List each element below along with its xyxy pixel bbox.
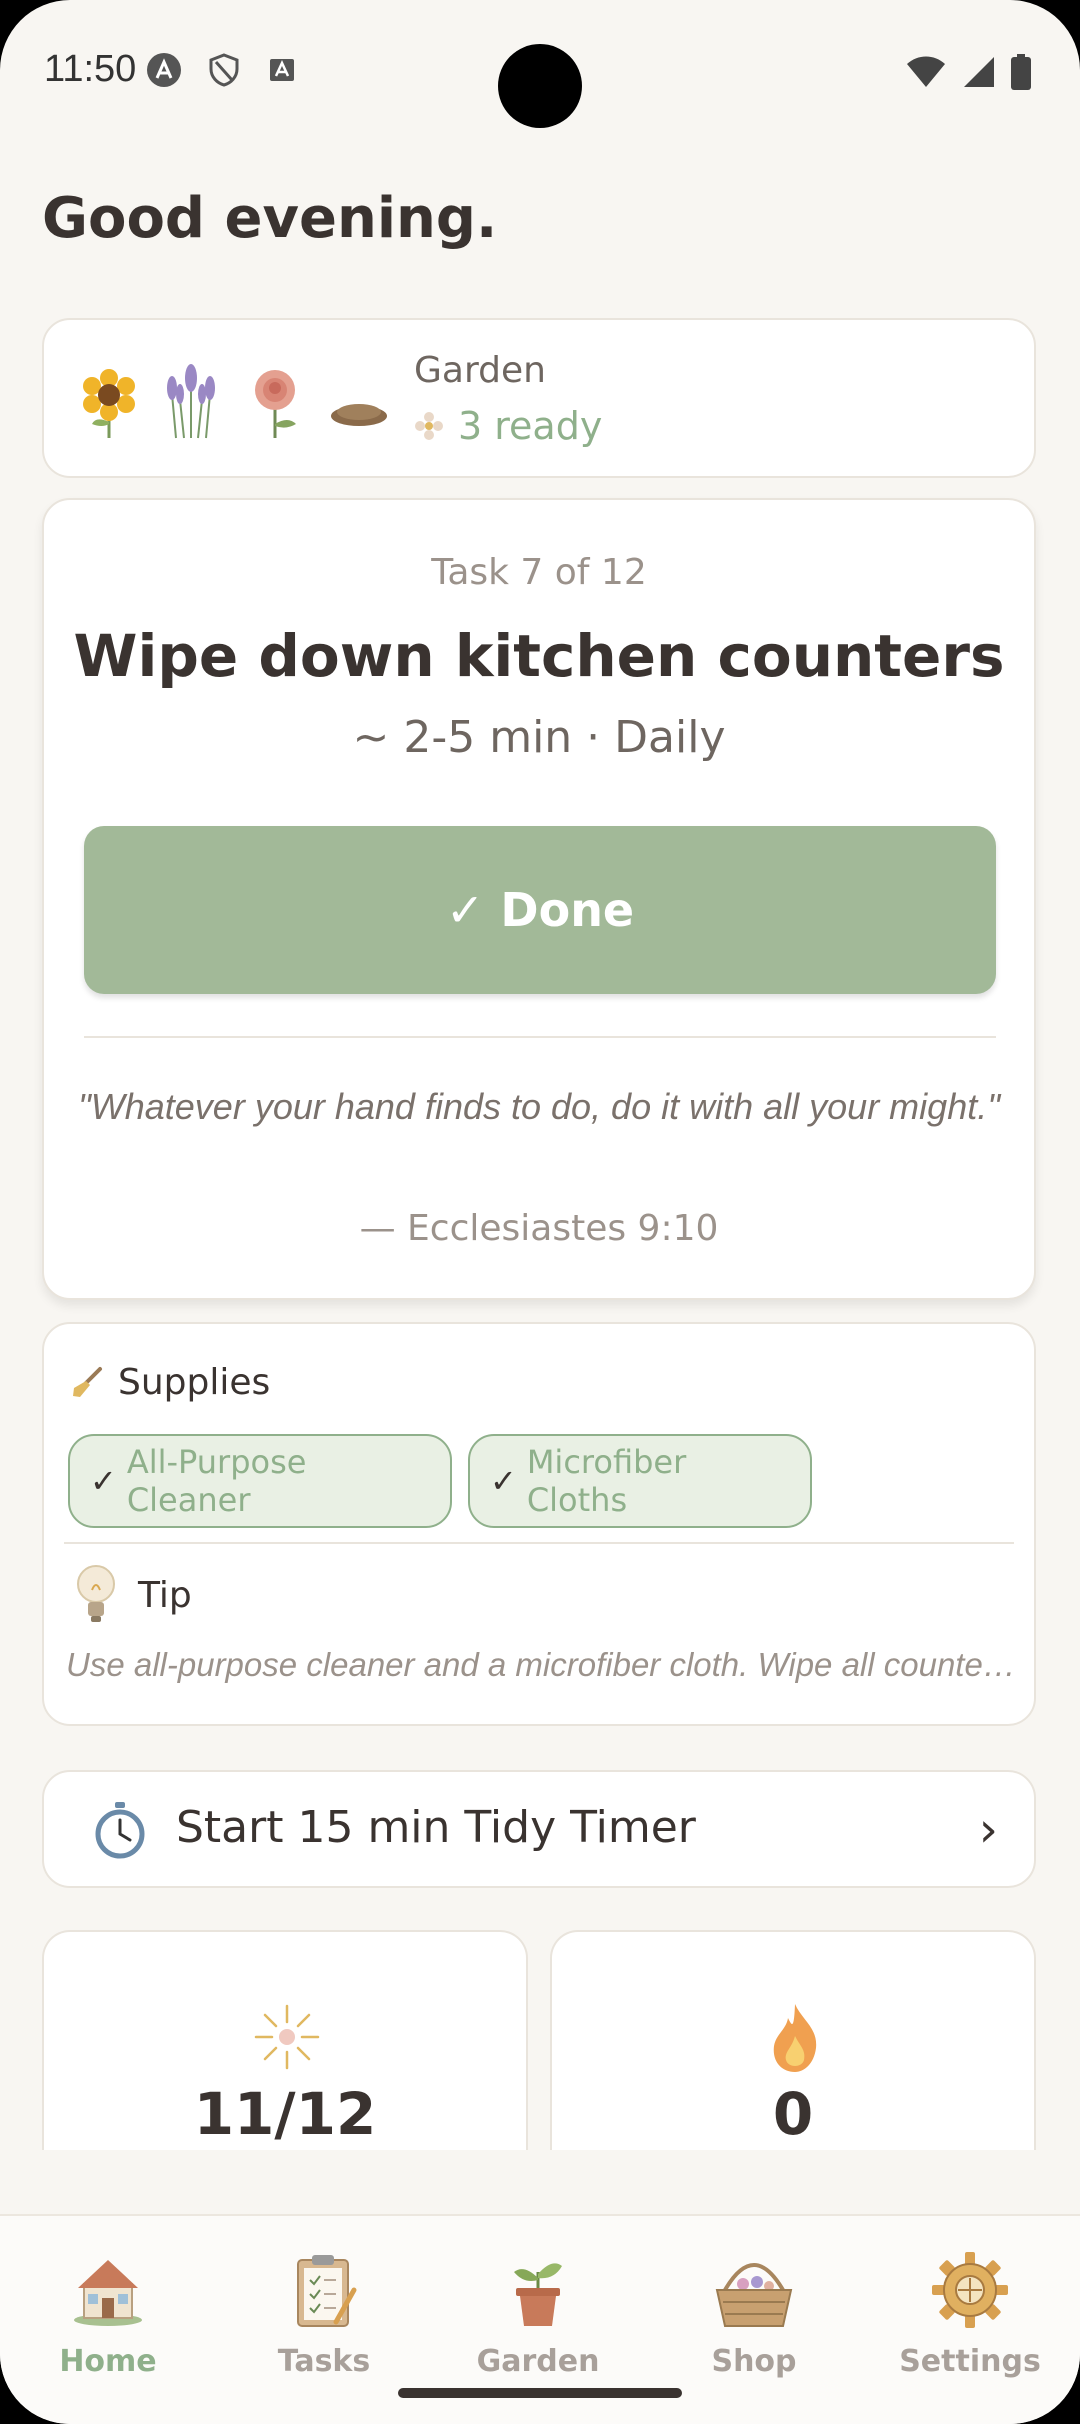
chevron-right-icon: › (978, 1802, 998, 1858)
supply-chip-all-purpose-cleaner[interactable]: ✓ All-Purpose Cleaner (68, 1434, 452, 1528)
tidy-timer-button[interactable]: Start 15 min Tidy Timer › (42, 1770, 1036, 1888)
supplies-title: Supplies (118, 1362, 271, 1403)
camera-cutout (498, 44, 582, 128)
stopwatch-icon (95, 1802, 145, 1859)
supplies-card: Supplies ✓ All-Purpose Cleaner ✓ Microfi… (42, 1322, 1036, 1726)
supplies-header: Supplies (70, 1362, 270, 1403)
house-icon (74, 2260, 142, 2326)
tip-text: Use all-purpose cleaner and a microfiber… (66, 1646, 1016, 1683)
clipboard-icon (297, 2255, 357, 2327)
app-screen: 11:50 Good evening. Garden 3 ready Task … (0, 0, 1080, 2424)
nav-home[interactable]: Home (18, 2250, 198, 2379)
scroll-fade (0, 2150, 1080, 2216)
nav-label: Tasks (277, 2344, 371, 2379)
automation-icon (147, 53, 181, 87)
nav-garden[interactable]: Garden (448, 2250, 628, 2379)
sparkle-icon (254, 2004, 320, 2070)
tasks-completed-value: 11/12 (193, 2080, 377, 2148)
basket-icon (715, 2263, 793, 2327)
check-icon: ✓ (90, 1462, 117, 1500)
gear-icon (932, 2252, 1008, 2328)
flame-icon (773, 2004, 817, 2072)
nav-label: Shop (711, 2344, 797, 2379)
done-button[interactable]: ✓ Done (84, 826, 996, 994)
streak-stat-card: 0 (550, 1930, 1036, 2150)
garden-summary-card[interactable]: Garden 3 ready (42, 318, 1036, 478)
supply-chip-label: All-Purpose Cleaner (126, 1443, 307, 1519)
tasks-completed-stat-card: 11/12 (42, 1930, 528, 2150)
plant-pot-icon (514, 2263, 562, 2326)
tidy-timer-label: Start 15 min Tidy Timer (176, 1802, 696, 1853)
nav-label: Garden (476, 2344, 600, 2379)
wifi-icon (907, 56, 945, 87)
rose-icon (255, 370, 296, 438)
keyboard-a-icon (270, 59, 294, 81)
divider (64, 1542, 1014, 1544)
nav-label: Settings (899, 2344, 1041, 2379)
flower-bud-icon (415, 412, 443, 440)
soil-mound-icon (331, 404, 387, 426)
lavender-icon (167, 364, 215, 439)
nav-settings[interactable]: Settings (880, 2250, 1060, 2379)
lightbulb-icon (77, 1565, 115, 1622)
scripture-reference: — Ecclesiastes 9:10 (359, 1208, 719, 1249)
gesture-home-bar[interactable] (398, 2388, 682, 2398)
garden-ready-status: 3 ready (414, 404, 602, 448)
nav-label: Home (59, 2344, 157, 2379)
broom-icon (73, 1366, 102, 1397)
battery-icon (1011, 54, 1031, 90)
cellular-signal-icon (964, 57, 994, 87)
tip-title: Tip (138, 1574, 192, 1616)
status-bar: 11:50 (0, 0, 1080, 140)
garden-title: Garden (414, 350, 546, 391)
current-task-card: Task 7 of 12 Wipe down kitchen counters … (42, 498, 1036, 1300)
streak-value: 0 (772, 2080, 814, 2148)
nav-tasks[interactable]: Tasks (234, 2250, 414, 2379)
status-time: 11:50 (44, 48, 137, 90)
status-indicators (906, 54, 1032, 90)
task-title: Wipe down kitchen counters (73, 622, 1005, 690)
nav-shop[interactable]: Shop (664, 2250, 844, 2379)
task-duration-frequency: ~ 2-5 min · Daily (352, 712, 726, 763)
greeting-heading: Good evening. (42, 186, 498, 251)
check-icon: ✓ (490, 1462, 517, 1500)
supply-chip-microfiber-cloths[interactable]: ✓ Microfiber Cloths (468, 1434, 812, 1528)
scripture-quote: "Whatever your hand finds to do, do it w… (77, 1086, 1000, 1127)
tip-header: Tip (74, 1560, 192, 1630)
sunflower-icon (83, 369, 135, 438)
garden-ready-text: 3 ready (458, 404, 603, 448)
supply-chip-label: Microfiber Cloths (526, 1443, 687, 1519)
divider (84, 1036, 996, 1038)
shield-icon (209, 53, 239, 87)
task-counter: Task 7 of 12 (431, 552, 647, 593)
